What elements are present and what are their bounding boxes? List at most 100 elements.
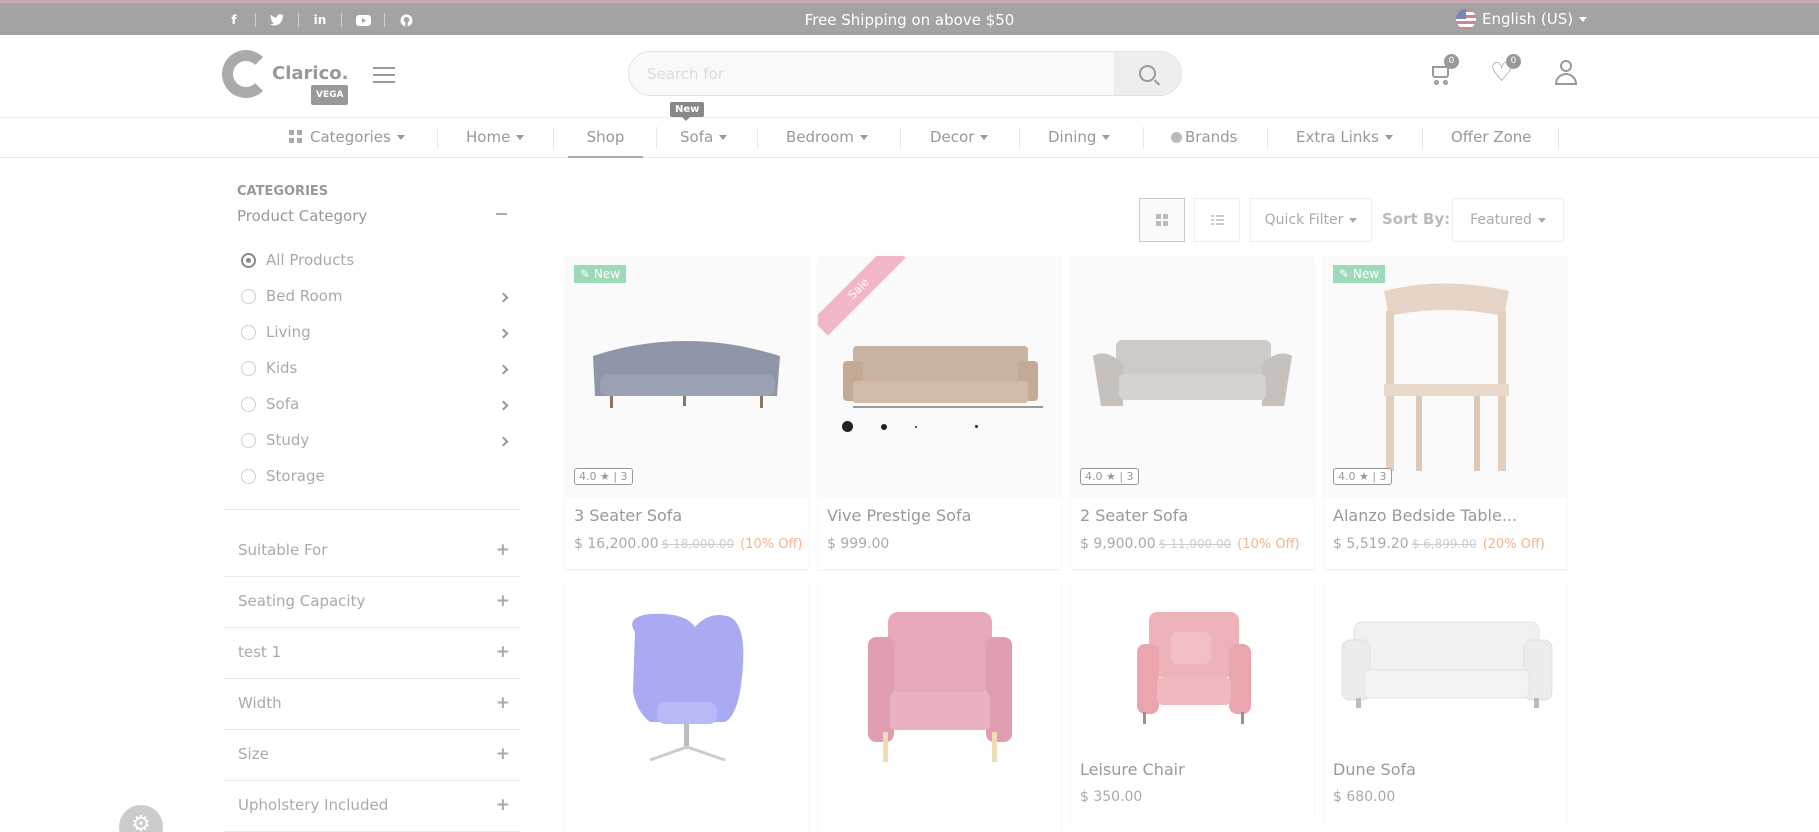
nav-label: Decor (930, 128, 975, 146)
badge-label: New (1352, 267, 1380, 281)
search-icon (1139, 65, 1156, 82)
filter-suitable-for[interactable]: Suitable For + (238, 540, 510, 560)
product-name[interactable]: Vive Prestige Sofa (827, 506, 971, 525)
radio[interactable] (241, 360, 256, 376)
filter-test-1[interactable]: test 1 + (238, 642, 510, 662)
nav-home[interactable]: Home (466, 118, 525, 158)
product-image[interactable]: 4.0 ★ | 3 (1071, 256, 1314, 498)
us-flag-icon (1456, 9, 1476, 29)
product-card[interactable]: ✎ New 4.0 ★ | 3 3 Seater Sofa $ 16,200.0… (565, 256, 808, 569)
product-card[interactable] (565, 582, 808, 832)
nav-label: Shop (586, 128, 625, 146)
chevron-right-icon[interactable] (498, 292, 509, 303)
carousel-dot[interactable] (945, 426, 947, 428)
radio[interactable] (241, 432, 256, 448)
radio[interactable] (241, 288, 256, 304)
product-price: $ 16,200.00 $ 18,000.00 (10% Off) (574, 536, 803, 552)
wishlist-button[interactable]: ♡ 0 (1490, 54, 1521, 86)
chevron-right-icon[interactable] (498, 364, 509, 375)
filter-label: Size (238, 745, 269, 763)
chevron-right-icon[interactable] (498, 436, 509, 447)
product-card[interactable]: Leisure Chair $ 350.00 (1071, 582, 1314, 824)
chevron-right-icon[interactable] (498, 328, 509, 339)
menu-icon[interactable] (373, 67, 395, 83)
product-card[interactable]: Sale Vive Prestige Sofa $ 999.00 (818, 256, 1061, 569)
product-image[interactable] (1071, 582, 1314, 824)
logo-sub: VEGA (310, 85, 349, 105)
rating-badge: 4.0 ★ | 3 (1333, 468, 1392, 485)
nav-dining[interactable]: Dining (1048, 118, 1111, 158)
nav-label: Sofa (680, 128, 714, 146)
product-name[interactable]: 2 Seater Sofa (1080, 506, 1188, 525)
nav-bedroom[interactable]: Bedroom (786, 118, 868, 158)
product-card[interactable]: ✎ New 4.0 ★ | 3 Alanzo Bedside Table... … (1324, 256, 1567, 569)
carousel-dot[interactable] (915, 425, 917, 428)
divider (224, 627, 521, 628)
product-card[interactable]: 4.0 ★ | 3 2 Seater Sofa $ 9,900.00 $ 11,0… (1071, 256, 1314, 569)
category-study[interactable]: Study (241, 429, 309, 451)
carousel-dot[interactable] (975, 425, 978, 428)
radio-selected[interactable] (241, 252, 256, 268)
chevron-down-icon (1579, 16, 1588, 22)
product-image[interactable]: Sale (818, 256, 1061, 498)
product-name[interactable]: Leisure Chair (1080, 760, 1185, 779)
category-living[interactable]: Living (241, 321, 311, 343)
product-name[interactable]: 3 Seater Sofa (574, 506, 682, 525)
filter-label: Suitable For (238, 541, 328, 559)
category-label: Bed Room (266, 287, 343, 305)
grid-view-button[interactable] (1139, 198, 1185, 242)
site-logo[interactable]: Clarico. VEGA (222, 50, 349, 105)
product-image[interactable] (565, 582, 808, 824)
chevron-right-icon[interactable] (498, 400, 509, 411)
product-name[interactable]: Alanzo Bedside Table... (1333, 506, 1517, 525)
sidebar-subtitle[interactable]: Product Category (237, 207, 367, 225)
sort-value: Featured (1470, 212, 1532, 228)
product-card[interactable] (818, 582, 1061, 832)
product-card[interactable]: Dune Sofa $ 680.00 (1324, 582, 1567, 824)
product-image[interactable] (818, 582, 1061, 824)
nav-offer-zone[interactable]: Offer Zone (1451, 118, 1532, 158)
product-price: $ 9,900.00 $ 11,000.00 (10% Off) (1080, 536, 1300, 552)
carousel-dot[interactable] (842, 421, 853, 432)
collapse-icon[interactable] (496, 213, 507, 215)
language-label: English (US) (1482, 10, 1574, 28)
price-current: $ 9,900.00 (1080, 536, 1156, 552)
sort-dropdown[interactable]: Featured (1452, 198, 1564, 242)
category-kids[interactable]: Kids (241, 357, 297, 379)
radio[interactable] (241, 468, 256, 484)
search-button[interactable] (1114, 52, 1181, 95)
filter-seating-capacity[interactable]: Seating Capacity + (238, 591, 510, 611)
filter-upholstery-included[interactable]: Upholstery Included + (238, 795, 510, 815)
product-image[interactable]: ✎ New 4.0 ★ | 3 (1324, 256, 1567, 498)
nav-decor[interactable]: Decor (930, 118, 989, 158)
filter-size[interactable]: Size + (238, 744, 510, 764)
carousel-dot[interactable] (881, 423, 887, 430)
product-name[interactable]: Dune Sofa (1333, 760, 1416, 779)
nav-extra-links[interactable]: Extra Links (1296, 118, 1393, 158)
product-image[interactable] (1324, 582, 1567, 824)
search-input[interactable] (629, 52, 1109, 95)
account-button[interactable] (1553, 60, 1581, 86)
nav-sofa[interactable]: Sofa (680, 118, 728, 158)
nav-label: Extra Links (1296, 128, 1379, 146)
list-icon (1210, 214, 1224, 226)
list-view-button[interactable] (1194, 198, 1240, 242)
radio[interactable] (241, 396, 256, 412)
language-selector[interactable]: English (US) (1456, 9, 1588, 29)
category-all-products[interactable]: All Products (241, 249, 354, 271)
radio[interactable] (241, 324, 256, 340)
category-sofa[interactable]: Sofa (241, 393, 299, 415)
category-bed-room[interactable]: Bed Room (241, 285, 343, 307)
filter-width[interactable]: Width + (238, 693, 510, 713)
product-image[interactable]: ✎ New 4.0 ★ | 3 (565, 256, 808, 498)
category-storage[interactable]: Storage (241, 465, 325, 487)
cart-button[interactable]: 0 (1428, 54, 1459, 86)
nav-categories[interactable]: Categories (289, 118, 405, 158)
nav-brands[interactable]: Brands (1171, 118, 1238, 158)
divider (224, 576, 521, 577)
nav-shop[interactable]: Shop (568, 118, 643, 158)
plus-icon: + (495, 540, 510, 560)
quick-filter-button[interactable]: Quick Filter (1250, 198, 1372, 242)
discount-label: (10% Off) (740, 537, 803, 552)
settings-gear-icon[interactable]: ⚙ (119, 805, 163, 832)
